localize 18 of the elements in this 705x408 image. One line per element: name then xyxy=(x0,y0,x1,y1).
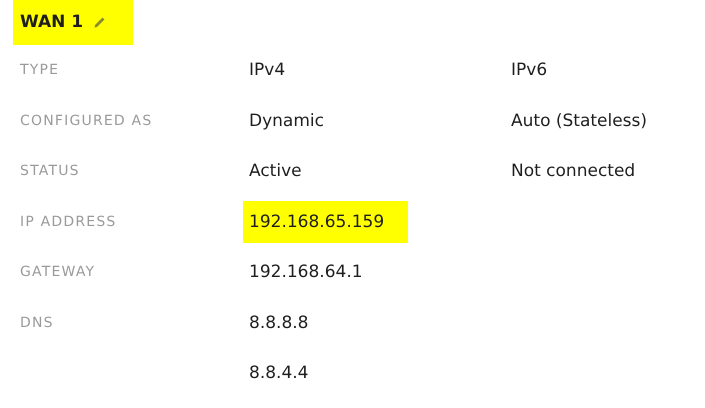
field-value: 192.168.64.1 xyxy=(249,262,363,282)
field-value: Dynamic xyxy=(249,110,324,131)
field-label: CONFIGURED AS xyxy=(20,112,154,129)
field-value: 192.168.65.159 xyxy=(243,200,408,243)
field-value: Auto (Stateless) xyxy=(511,110,648,131)
field-label: TYPE xyxy=(20,62,60,78)
pencil-icon[interactable] xyxy=(93,14,108,28)
section-title: WAN 1 xyxy=(20,12,84,32)
field-value: IPv4 xyxy=(249,60,286,80)
field-label: GATEWAY xyxy=(20,264,96,280)
field-value: 8.8.4.4 xyxy=(249,363,308,384)
field-value: 8.8.8.8 xyxy=(249,312,308,333)
field-label: IP ADDRESS xyxy=(20,214,118,230)
field-value: Active xyxy=(249,161,302,182)
field-label: STATUS xyxy=(20,163,81,180)
field-value: IPv6 xyxy=(511,60,548,80)
field-label: DNS xyxy=(20,314,55,331)
field-value: Not connected xyxy=(511,161,636,182)
